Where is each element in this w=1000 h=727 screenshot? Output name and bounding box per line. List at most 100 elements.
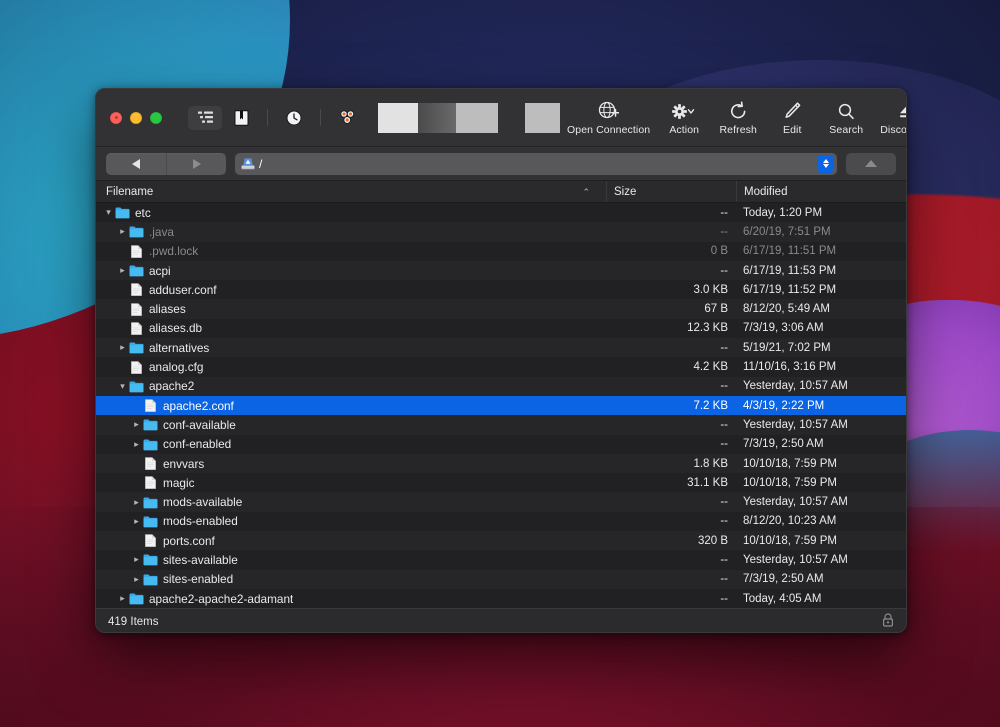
chevron-right-icon[interactable] (116, 266, 129, 275)
parent-directory-button[interactable] (846, 153, 896, 175)
row-modified-cell: 11/10/16, 3:16 PM (736, 361, 906, 373)
refresh-label: Refresh (720, 124, 757, 136)
toolbar-placeholder-4[interactable] (525, 103, 560, 133)
chevron-right-icon[interactable] (130, 440, 143, 449)
column-header-filename[interactable]: Filename ⌃ (96, 181, 606, 202)
forward-button[interactable] (166, 153, 226, 175)
pencil-icon (783, 100, 802, 121)
chevron-right-icon[interactable] (130, 498, 143, 507)
row-filename-cell: conf-available (96, 418, 606, 432)
row-filename-label: envvars (163, 457, 204, 471)
browser-view-button[interactable] (188, 106, 222, 130)
toolbar-placeholder-3[interactable] (456, 103, 498, 133)
file-icon (143, 476, 158, 489)
stepper-up-icon (823, 159, 829, 163)
chevron-right-icon[interactable] (130, 575, 143, 584)
stepper-down-icon (823, 164, 829, 168)
action-button[interactable]: Action (657, 100, 711, 136)
table-row[interactable]: sites-enabled--7/3/19, 2:50 AM (96, 570, 906, 589)
chevron-right-icon[interactable] (130, 555, 143, 564)
table-row[interactable]: mods-available --Yesterday, 10:57 AM (96, 492, 906, 511)
history-button[interactable] (277, 106, 311, 130)
row-modified-cell: 6/17/19, 11:53 PM (736, 265, 906, 277)
row-filename-cell: aliases (96, 302, 606, 316)
chevron-right-icon (193, 159, 201, 169)
file-list[interactable]: etc--Today, 1:20 PM.java--6/20/19, 7:51 … (96, 203, 906, 608)
table-row[interactable]: conf-enabled--7/3/19, 2:50 AM (96, 435, 906, 454)
row-size-cell: 3.0 KB (606, 284, 736, 296)
open-connection-button[interactable]: Open Connection (560, 100, 657, 136)
lock-icon[interactable] (882, 613, 894, 630)
row-modified-cell: 8/12/20, 10:23 AM (736, 515, 906, 527)
table-row[interactable]: etc--Today, 1:20 PM (96, 203, 906, 222)
row-filename-label: aliases.db (149, 321, 202, 335)
toolbar-placeholder-2[interactable] (418, 103, 456, 133)
column-header-size-label: Size (614, 186, 636, 198)
row-filename-cell: .pwd.lock (96, 244, 606, 258)
row-filename-label: conf-available (163, 418, 236, 432)
table-row[interactable]: aliases.db12.3 KB7/3/19, 3:06 AM (96, 319, 906, 338)
table-row[interactable]: apache2.conf7.2 KB4/3/19, 2:22 PM (96, 396, 906, 415)
row-filename-label: aliases (149, 302, 186, 316)
row-modified-cell: 10/10/18, 7:59 PM (736, 535, 906, 547)
table-row[interactable]: acpi--6/17/19, 11:53 PM (96, 261, 906, 280)
table-row[interactable]: aliases67 B8/12/20, 5:49 AM (96, 299, 906, 318)
folder-icon (143, 496, 158, 509)
table-row[interactable]: mods-enabled--8/12/20, 10:23 AM (96, 512, 906, 531)
table-row[interactable]: .java--6/20/19, 7:51 PM (96, 222, 906, 241)
row-filename-label: alternatives (149, 341, 209, 355)
back-button[interactable] (106, 153, 166, 175)
chevron-down-icon[interactable] (116, 382, 129, 391)
table-row[interactable]: adduser.conf3.0 KB6/17/19, 11:52 PM (96, 280, 906, 299)
table-row[interactable]: .pwd.lock0 B6/17/19, 11:51 PM (96, 242, 906, 261)
chevron-right-icon[interactable] (130, 420, 143, 429)
table-row[interactable]: sites-available--Yesterday, 10:57 AM (96, 550, 906, 569)
table-row[interactable]: apache2-apache2-adamant--Today, 4:05 AM (96, 589, 906, 608)
row-filename-label: sites-available (163, 553, 238, 567)
folder-icon (143, 553, 158, 566)
bookmarks-button[interactable] (224, 106, 258, 130)
path-stepper[interactable] (817, 155, 834, 173)
table-row[interactable]: conf-available--Yesterday, 10:57 AM (96, 415, 906, 434)
toolbar-placeholder-1[interactable] (378, 103, 418, 133)
column-header-size[interactable]: Size (606, 181, 736, 202)
edit-button[interactable]: Edit (765, 100, 819, 136)
table-row[interactable]: alternatives--5/19/21, 7:02 PM (96, 338, 906, 357)
close-window-button[interactable] (110, 112, 122, 124)
eject-icon (897, 100, 907, 121)
row-size-cell: -- (606, 573, 736, 585)
edit-label: Edit (783, 124, 802, 136)
column-header-row: Filename ⌃ Size Modified (96, 181, 906, 203)
row-size-cell: -- (606, 515, 736, 527)
column-header-modified[interactable]: Modified (736, 181, 906, 202)
folder-icon (143, 438, 158, 451)
table-row[interactable]: ports.conf320 B10/10/18, 7:59 PM (96, 531, 906, 550)
disconnect-button[interactable]: Disconnect (873, 100, 907, 136)
transfers-button[interactable] (330, 106, 364, 130)
action-label: Action (669, 124, 699, 136)
chevron-right-icon[interactable] (116, 594, 129, 603)
row-filename-label: adduser.conf (149, 283, 217, 297)
row-size-cell: -- (606, 496, 736, 508)
chevron-right-icon[interactable] (116, 343, 129, 352)
chevron-down-icon[interactable] (102, 208, 115, 217)
path-field[interactable]: / (235, 153, 837, 175)
file-icon (143, 457, 158, 470)
row-filename-cell: magic (96, 476, 606, 490)
row-modified-cell: Yesterday, 10:57 AM (736, 419, 906, 431)
search-button[interactable]: Search (819, 100, 873, 136)
row-filename-label: mods-available (163, 495, 242, 509)
file-browser-window: Open Connection (95, 88, 907, 633)
refresh-button[interactable]: Refresh (711, 100, 765, 136)
table-row[interactable]: analog.cfg4.2 KB11/10/16, 3:16 PM (96, 357, 906, 376)
row-size-cell: -- (606, 342, 736, 354)
chevron-right-icon[interactable] (130, 517, 143, 526)
zoom-window-button[interactable] (150, 112, 162, 124)
minimize-window-button[interactable] (130, 112, 142, 124)
row-modified-cell: Yesterday, 10:57 AM (736, 496, 906, 508)
chevron-right-icon[interactable] (116, 227, 129, 236)
row-size-cell: -- (606, 207, 736, 219)
table-row[interactable]: apache2--Yesterday, 10:57 AM (96, 377, 906, 396)
table-row[interactable]: magic31.1 KB10/10/18, 7:59 PM (96, 473, 906, 492)
table-row[interactable]: envvars1.8 KB10/10/18, 7:59 PM (96, 454, 906, 473)
